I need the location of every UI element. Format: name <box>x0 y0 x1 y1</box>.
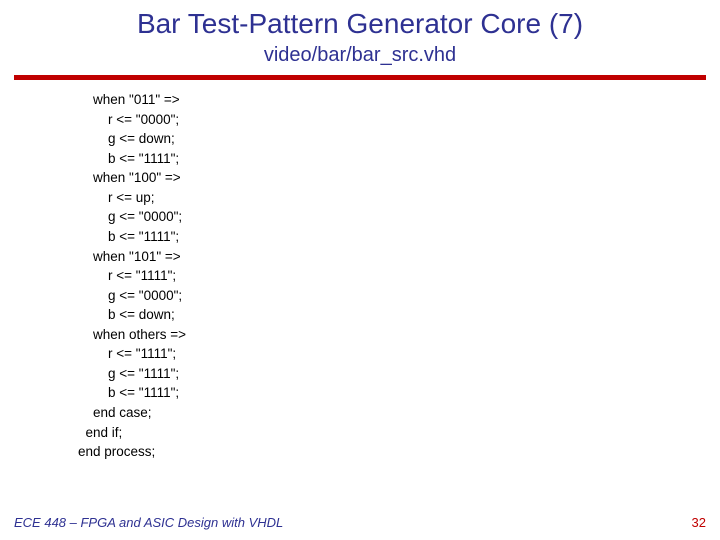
page-number: 32 <box>692 515 706 530</box>
code-block: when "011" => r <= "0000"; g <= down; b … <box>0 80 720 462</box>
footer: ECE 448 – FPGA and ASIC Design with VHDL… <box>14 515 706 530</box>
footer-course: ECE 448 – FPGA and ASIC Design with VHDL <box>14 515 283 530</box>
slide-title: Bar Test-Pattern Generator Core (7) <box>0 0 720 40</box>
slide-subtitle: video/bar/bar_src.vhd <box>0 40 720 73</box>
